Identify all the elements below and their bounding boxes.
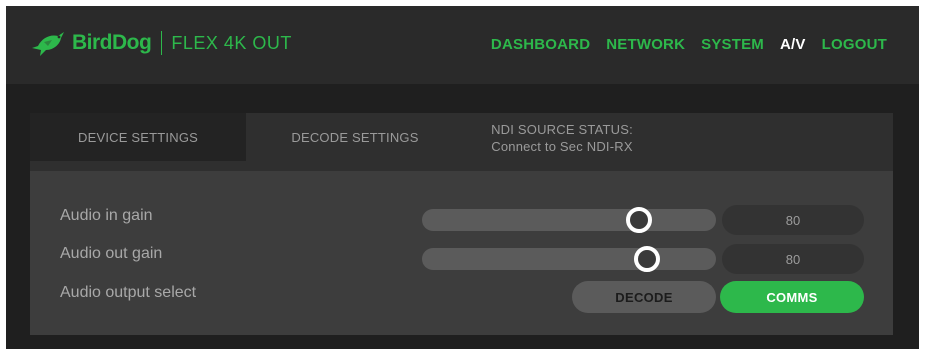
nav-network[interactable]: NETWORK <box>606 36 685 53</box>
tab-bar: DEVICE SETTINGS DECODE SETTINGS NDI SOUR… <box>30 113 893 171</box>
audio-output-select-label: Audio output select <box>60 284 197 301</box>
nav-av[interactable]: A/V <box>780 36 806 53</box>
nav-system[interactable]: SYSTEM <box>701 36 764 53</box>
settings-panel: DEVICE SETTINGS DECODE SETTINGS NDI SOUR… <box>30 113 893 335</box>
tab-decode-settings[interactable]: DECODE SETTINGS <box>250 113 460 161</box>
comms-option-button[interactable]: COMMS <box>720 281 864 313</box>
header-bar: BirdDog FLEX 4K OUT DASHBOARD NETWORK SY… <box>6 6 919 84</box>
audio-out-gain-value[interactable]: 80 <box>722 244 864 274</box>
ndi-status-value: Connect to Sec NDI-RX <box>491 139 633 154</box>
ndi-source-status: NDI SOURCE STATUS: Connect to Sec NDI-RX <box>462 113 662 171</box>
nav-logout[interactable]: LOGOUT <box>822 36 887 53</box>
logo[interactable]: BirdDog FLEX 4K OUT <box>30 23 292 63</box>
audio-in-gain-thumb[interactable] <box>626 207 652 233</box>
audio-in-gain-label: Audio in gain <box>60 207 153 224</box>
bird-icon <box>30 26 70 60</box>
audio-in-gain-slider[interactable] <box>422 207 716 233</box>
app-window: BirdDog FLEX 4K OUT DASHBOARD NETWORK SY… <box>6 6 919 349</box>
nav-dashboard[interactable]: DASHBOARD <box>491 36 590 53</box>
decode-option-button[interactable]: DECODE <box>572 281 716 313</box>
logo-divider <box>161 31 163 55</box>
audio-in-gain-value[interactable]: 80 <box>722 205 864 235</box>
audio-out-gain-thumb[interactable] <box>634 246 660 272</box>
main-nav: DASHBOARD NETWORK SYSTEM A/V LOGOUT <box>491 36 887 53</box>
tab-device-settings[interactable]: DEVICE SETTINGS <box>30 113 246 161</box>
audio-out-gain-slider[interactable] <box>422 246 716 272</box>
product-name: FLEX 4K OUT <box>171 32 292 53</box>
audio-out-gain-label: Audio out gain <box>60 245 163 262</box>
ndi-status-title: NDI SOURCE STATUS: <box>491 122 633 137</box>
brand-name: BirdDog <box>72 31 152 54</box>
